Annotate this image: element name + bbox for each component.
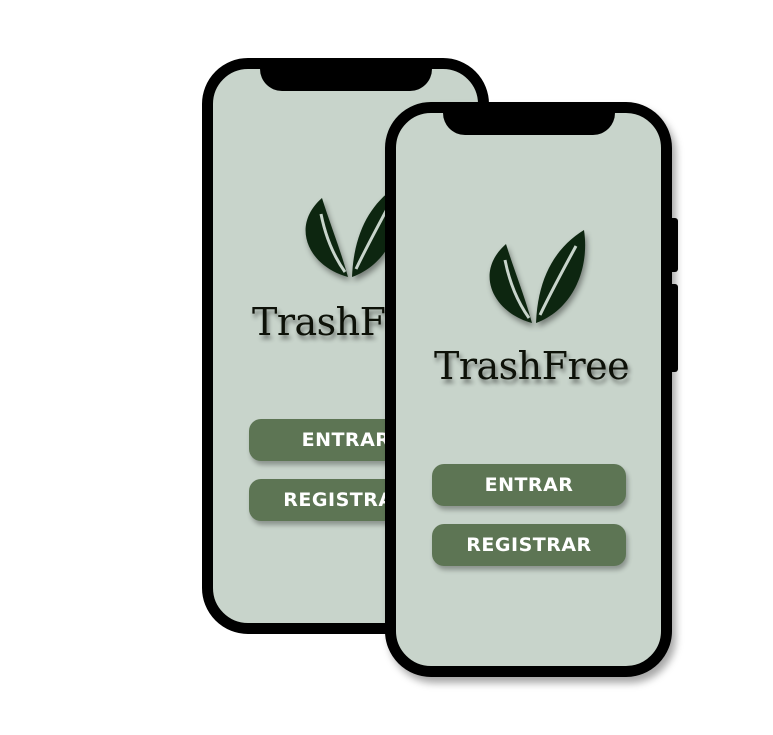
mockup-stage: TrashFree ENTRAR REGISTRAR TrashFree ENT… <box>0 0 773 735</box>
phone-notch <box>443 113 615 135</box>
phone-front: TrashFree ENTRAR REGISTRAR <box>385 102 672 677</box>
login-button[interactable]: ENTRAR <box>432 464 626 506</box>
app-logo-text: TrashFree <box>434 344 630 388</box>
phone-notch <box>260 69 432 91</box>
leaves-icon <box>489 230 586 323</box>
register-button[interactable]: REGISTRAR <box>432 524 626 566</box>
